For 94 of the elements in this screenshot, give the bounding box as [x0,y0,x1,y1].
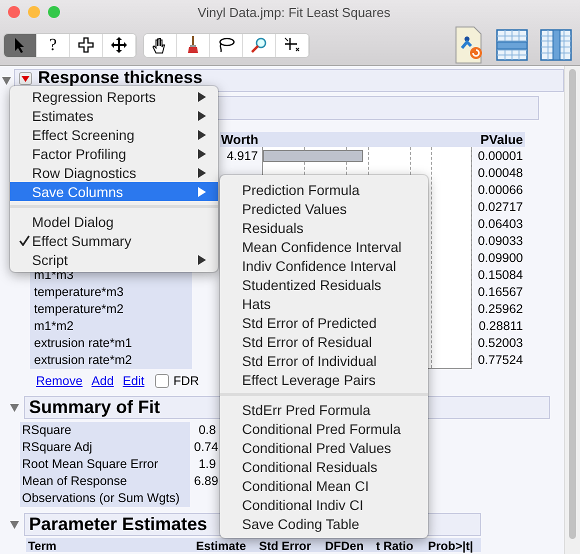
table-cell: 0.09033 [478,234,523,248]
column-header: PValue [480,132,524,147]
table-cell: Mean of Response [22,474,127,488]
table-cell: 0.00066 [478,183,523,197]
table-cell: temperature*m2 [34,302,124,316]
menu-item[interactable]: Conditional Pred Formula [220,419,428,438]
menu-item[interactable]: Save Coding Table [220,514,428,533]
close-button[interactable] [8,6,20,18]
table-cell: RSquare [22,423,72,437]
menu-item[interactable]: Mean Confidence Interval [220,237,428,256]
table-cell: 6.89 [194,474,218,488]
table-cell: temperature*m3 [34,285,124,299]
menu-item[interactable]: Std Error of Individual [220,351,428,370]
checkmark-icon [19,235,30,246]
link[interactable]: Add [92,374,114,388]
menu-item[interactable]: Std Error of Predicted [220,313,428,332]
table-cell: 0.52003 [478,336,523,350]
hand-tool[interactable] [144,34,177,56]
window-title: Vinyl Data.jmp: Fit Least Squares [196,4,392,20]
checkbox-label: FDR [173,374,200,388]
magnifier-icon [251,37,267,53]
table-cell: 0.00048 [478,166,523,180]
table-cell: 0.8 [198,423,216,437]
table-cell: RSquare Adj [22,440,92,454]
crosshair-icon [78,37,94,53]
menu-item[interactable]: Effect Summary [10,231,218,250]
lasso-icon [217,37,235,53]
disclosure-icon[interactable] [2,76,11,84]
disclosure-icon[interactable] [10,520,19,528]
column-header: Term [28,539,56,553]
report-title: Parameter Estimates [29,514,208,535]
table-cell: 0.16567 [478,285,523,299]
hand-icon [152,36,168,54]
menu-item[interactable]: Script [10,250,218,269]
table-cell: 0.28811 [478,319,523,333]
menu-item[interactable]: Effect Screening [10,125,218,144]
table-cell: 0.00001 [478,149,523,163]
menu-item[interactable]: Save Columns [10,182,218,201]
menu-item[interactable]: Conditional Residuals [220,457,428,476]
table-cell: 1.9 [198,457,216,471]
submenu-arrow-icon [198,254,206,264]
triangle-menu-icon[interactable] [19,72,32,85]
menu-item[interactable]: Model Dialog [10,212,218,231]
table-cell: 0.06403 [478,217,523,231]
link[interactable]: Remove [36,374,83,388]
table-cell: Root Mean Square Error [22,457,158,471]
menu-item[interactable]: Regression Reports [10,87,218,106]
report-title: Response thickness [38,70,202,86]
table-cell: Observations (or Sum Wgts) [22,491,180,505]
column-header: t Ratio [376,539,414,553]
table-cell: 0.15084 [478,268,523,282]
column-header: Std Error [259,539,312,553]
scrollbar-thumb[interactable] [569,69,576,539]
menu-item[interactable]: Row Diagnostics [10,163,218,182]
menu-item[interactable]: Indiv Confidence Interval [220,256,428,275]
menu-item[interactable]: Conditional Pred Values [220,438,428,457]
table-cell: 4.917 [226,149,258,163]
menu-item[interactable]: Conditional Mean CI [220,476,428,495]
table-cell: 0.25962 [478,302,523,316]
column-header: Worth [220,132,258,147]
menu-item[interactable]: Predicted Values [220,199,428,218]
document-icon[interactable] [454,26,484,64]
menu-item[interactable]: Residuals [220,218,428,237]
table-cell: 0.77524 [478,353,523,367]
link[interactable]: Edit [122,374,144,388]
menu-item[interactable]: Std Error of Residual [220,332,428,351]
menu-item[interactable]: Studentized Residuals [220,275,428,294]
move-icon [111,37,127,53]
menu-item[interactable]: Conditional Indiv CI [220,495,428,514]
table-rows-icon[interactable] [496,29,528,61]
arrow-tool[interactable] [4,34,37,56]
axis-scaler-icon [284,37,300,53]
disclosure-icon[interactable] [10,404,19,412]
table-columns-icon[interactable] [540,29,572,61]
table-cell: 0.09900 [478,251,523,265]
menu-item[interactable]: Estimates [10,106,218,125]
table-cell: 0.02717 [478,200,523,214]
checkbox[interactable] [155,374,170,388]
brush-icon [187,36,199,54]
table-cell: extrusion rate*m2 [34,353,132,367]
table-cell: m1*m2 [34,319,74,333]
menu-item[interactable]: Prediction Formula [220,180,428,199]
table-cell: 0.74 [194,440,218,454]
scrollbar[interactable] [564,66,580,554]
menu-item[interactable]: Effect Leverage Pairs [220,370,428,389]
menu-item[interactable]: Hats [220,294,428,313]
table-cell: extrusion rate*m1 [34,336,132,350]
menu-item[interactable]: Factor Profiling [10,144,218,163]
report-title: Summary of Fit [29,397,160,418]
menu-item[interactable]: StdErr Pred Formula [220,400,428,419]
column-header: DFDen [325,539,364,553]
column-header: Estimate [196,539,246,553]
arrow-cursor-icon [14,37,26,53]
column-header: Prob>|t| [428,539,474,553]
